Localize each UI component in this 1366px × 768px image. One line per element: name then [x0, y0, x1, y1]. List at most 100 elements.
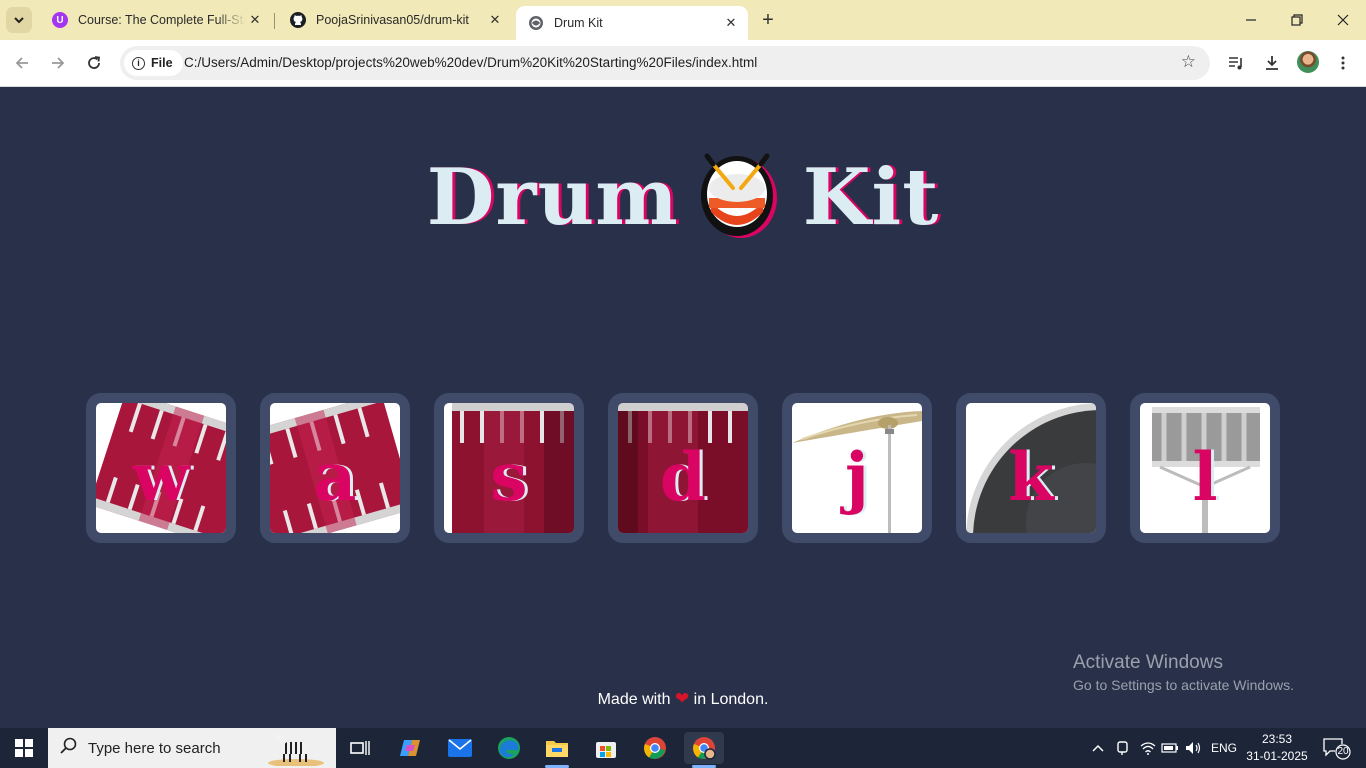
page-title: Drum Kit [0, 146, 1366, 248]
footer-text-after: in London. [693, 691, 769, 708]
close-icon[interactable]: ✕ [246, 11, 264, 29]
drum-key-letter: s [490, 438, 528, 516]
back-button[interactable] [9, 50, 35, 76]
chevron-up-icon [1092, 744, 1104, 752]
browser-toolbar: i File C:/Users/Admin/Desktop/projects%2… [0, 40, 1366, 87]
drum-button-k[interactable]: k [956, 393, 1106, 543]
restore-icon [1291, 14, 1303, 26]
search-icon [60, 737, 80, 760]
tab-github-drum-kit[interactable]: PoojaSrinivasan05/drum-kit ✕ [278, 0, 512, 40]
url-text[interactable]: C:/Users/Admin/Desktop/projects%20web%20… [184, 55, 757, 70]
forward-button[interactable] [45, 50, 71, 76]
task-view-icon [350, 741, 370, 755]
drum-button-w[interactable]: w [86, 393, 236, 543]
address-bar[interactable]: i File C:/Users/Admin/Desktop/projects%2… [120, 46, 1210, 80]
edge-browser-button[interactable] [489, 732, 529, 764]
close-icon[interactable]: ✕ [486, 11, 504, 29]
clock-time: 23:53 [1261, 732, 1293, 746]
microsoft-store-button[interactable] [586, 732, 626, 764]
windows-logo-icon [15, 739, 33, 757]
battery-icon[interactable] [1160, 728, 1180, 768]
profile-avatar[interactable] [1297, 51, 1319, 73]
new-tab-button[interactable]: + [756, 8, 780, 32]
drum-key-letter: l [1192, 438, 1218, 516]
restore-button[interactable] [1274, 0, 1320, 40]
drum-set: w a s d j k l [86, 393, 1280, 543]
tab-title: Drum Kit [554, 16, 603, 30]
downloads-icon[interactable] [1259, 50, 1285, 76]
mail-icon [448, 739, 472, 757]
taskbar-search[interactable]: Type here to search [48, 728, 336, 768]
language-indicator[interactable]: ENG [1208, 728, 1240, 768]
scheme-label: File [151, 56, 173, 70]
title-word-drum: Drum [426, 152, 679, 243]
tab-udemy-course[interactable]: U Course: The Complete Full-Stack ✕ [40, 0, 272, 40]
drum-key-letter: w [132, 438, 190, 516]
start-button[interactable] [0, 728, 48, 768]
drum-key-letter: a [313, 438, 357, 516]
mail-app-button[interactable] [440, 732, 480, 764]
network-icon[interactable] [1138, 728, 1158, 768]
zebra-icon [268, 732, 324, 766]
drum-button-s[interactable]: s [434, 393, 584, 543]
reload-button[interactable] [81, 50, 107, 76]
search-placeholder: Type here to search [88, 739, 221, 757]
info-icon: i [132, 56, 145, 70]
udemy-icon: U [52, 12, 68, 28]
store-icon [596, 742, 616, 758]
tab-title: PoojaSrinivasan05/drum-kit [316, 13, 469, 27]
drum-button-a[interactable]: a [260, 393, 410, 543]
title-word-kit: Kit [802, 152, 940, 243]
chrome-profile-button[interactable] [684, 732, 724, 768]
chevron-down-icon [14, 17, 24, 24]
heart-icon: ❤ [674, 689, 690, 708]
reload-icon [88, 56, 101, 69]
drum-button-j[interactable]: j [782, 393, 932, 543]
show-hidden-icons-button[interactable] [1088, 728, 1108, 768]
clock-date: 31-01-2025 [1246, 749, 1308, 763]
tab-drum-kit[interactable]: Drum Kit ✕ [516, 6, 748, 40]
clock[interactable]: 23:53 31-01-2025 [1244, 731, 1310, 765]
minimize-icon [1246, 19, 1256, 21]
close-window-button[interactable] [1320, 0, 1366, 40]
chrome-icon [693, 737, 716, 760]
tab-divider [274, 13, 275, 29]
close-icon [1337, 14, 1349, 26]
drum-key-letter: j [845, 438, 869, 516]
watermark-title: Activate Windows [1073, 652, 1223, 673]
file-explorer-button[interactable] [537, 732, 577, 768]
drum-key-letter: d [659, 438, 707, 516]
chrome-icon [644, 737, 666, 759]
activate-windows-watermark: Activate Windows Go to Settings to activ… [1073, 652, 1294, 693]
drum-button-d[interactable]: d [608, 393, 758, 543]
arrow-right-icon [52, 57, 65, 69]
chrome-button[interactable] [635, 732, 675, 764]
volume-icon[interactable] [1184, 728, 1204, 768]
site-info-chip[interactable]: i File [124, 50, 183, 76]
copilot-icon [400, 740, 420, 756]
notification-count: 20 [1337, 746, 1349, 757]
watermark-subtitle: Go to Settings to activate Windows. [1073, 677, 1294, 693]
edge-icon [498, 737, 520, 759]
kebab-menu-icon[interactable] [1330, 50, 1356, 76]
drum-button-l[interactable]: l [1130, 393, 1280, 543]
folder-icon [546, 741, 568, 757]
globe-icon [528, 15, 544, 31]
github-icon [290, 12, 306, 28]
page-content: Drum Kit w a s d j k l Made with ❤ in Lo… [0, 88, 1366, 728]
drum-icon [699, 146, 779, 238]
windows-taskbar: Type here to search ENG 23:53 31-01-2025… [0, 728, 1366, 768]
tab-search-button[interactable] [6, 7, 32, 33]
close-icon[interactable]: ✕ [722, 14, 740, 32]
task-view-button[interactable] [340, 732, 380, 764]
drum-key-letter: k [1008, 438, 1054, 516]
notification-center-button[interactable]: 20 [1322, 736, 1352, 760]
meet-now-icon[interactable] [1113, 728, 1133, 768]
copilot-button[interactable] [390, 732, 430, 764]
media-controls-icon[interactable] [1223, 50, 1249, 76]
tab-title: Course: The Complete Full-Stack [78, 13, 246, 27]
arrow-left-icon [15, 57, 28, 69]
minimize-button[interactable] [1228, 0, 1274, 40]
footer-text-before: Made with [597, 691, 671, 708]
bookmark-star-icon[interactable]: ☆ [1181, 52, 1196, 72]
